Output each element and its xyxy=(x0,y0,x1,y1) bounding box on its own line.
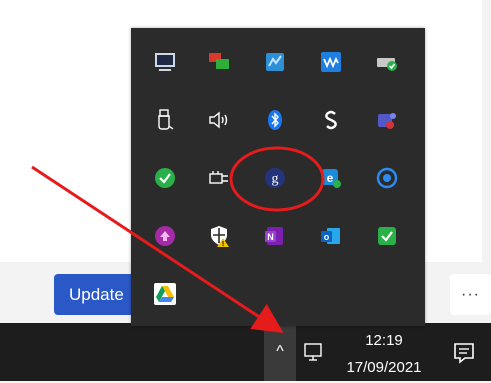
app-windows-icon[interactable] xyxy=(207,50,231,74)
more-options-button[interactable]: ··· xyxy=(450,274,491,315)
sync-s-icon[interactable] xyxy=(319,108,343,132)
clock-time: 12:19 xyxy=(365,332,403,349)
display-monitor-icon[interactable] xyxy=(153,50,177,74)
green-check-square-icon[interactable] xyxy=(375,224,399,248)
google-drive-icon[interactable] xyxy=(153,282,177,306)
security-shield-warning-icon[interactable]: ! xyxy=(207,224,231,248)
drive-check-icon[interactable] xyxy=(375,50,399,74)
svg-text:g: g xyxy=(272,172,279,187)
clock[interactable]: 12:19 17/09/2021 xyxy=(336,329,432,377)
clock-date: 17/09/2021 xyxy=(346,359,422,376)
power-plug-icon[interactable] xyxy=(207,166,231,190)
green-check-icon[interactable] xyxy=(153,166,177,190)
wave-app-icon[interactable] xyxy=(319,50,343,74)
tray-overflow-panel: g e ! N o xyxy=(131,28,425,326)
teams-icon[interactable] xyxy=(375,108,399,132)
show-hidden-icons-button[interactable]: ^ xyxy=(264,323,296,381)
svg-text:!: ! xyxy=(222,241,224,248)
usb-device-icon[interactable] xyxy=(153,108,177,132)
g-app-icon[interactable]: g xyxy=(263,166,287,190)
network-icon[interactable] xyxy=(301,340,327,366)
outlook-icon[interactable]: o xyxy=(319,224,343,248)
notification-center-icon[interactable] xyxy=(451,340,477,366)
svg-text:e: e xyxy=(327,171,334,185)
swirl-app-icon[interactable] xyxy=(375,166,399,190)
svg-text:N: N xyxy=(267,232,274,242)
svg-text:o: o xyxy=(324,232,330,242)
bluetooth-icon[interactable] xyxy=(263,108,287,132)
speaker-volume-icon[interactable] xyxy=(207,108,231,132)
network-adapter-icon[interactable] xyxy=(263,50,287,74)
onenote-icon[interactable]: N xyxy=(263,224,287,248)
purple-upload-icon[interactable] xyxy=(153,224,177,248)
edge-sync-icon[interactable]: e xyxy=(319,166,343,190)
